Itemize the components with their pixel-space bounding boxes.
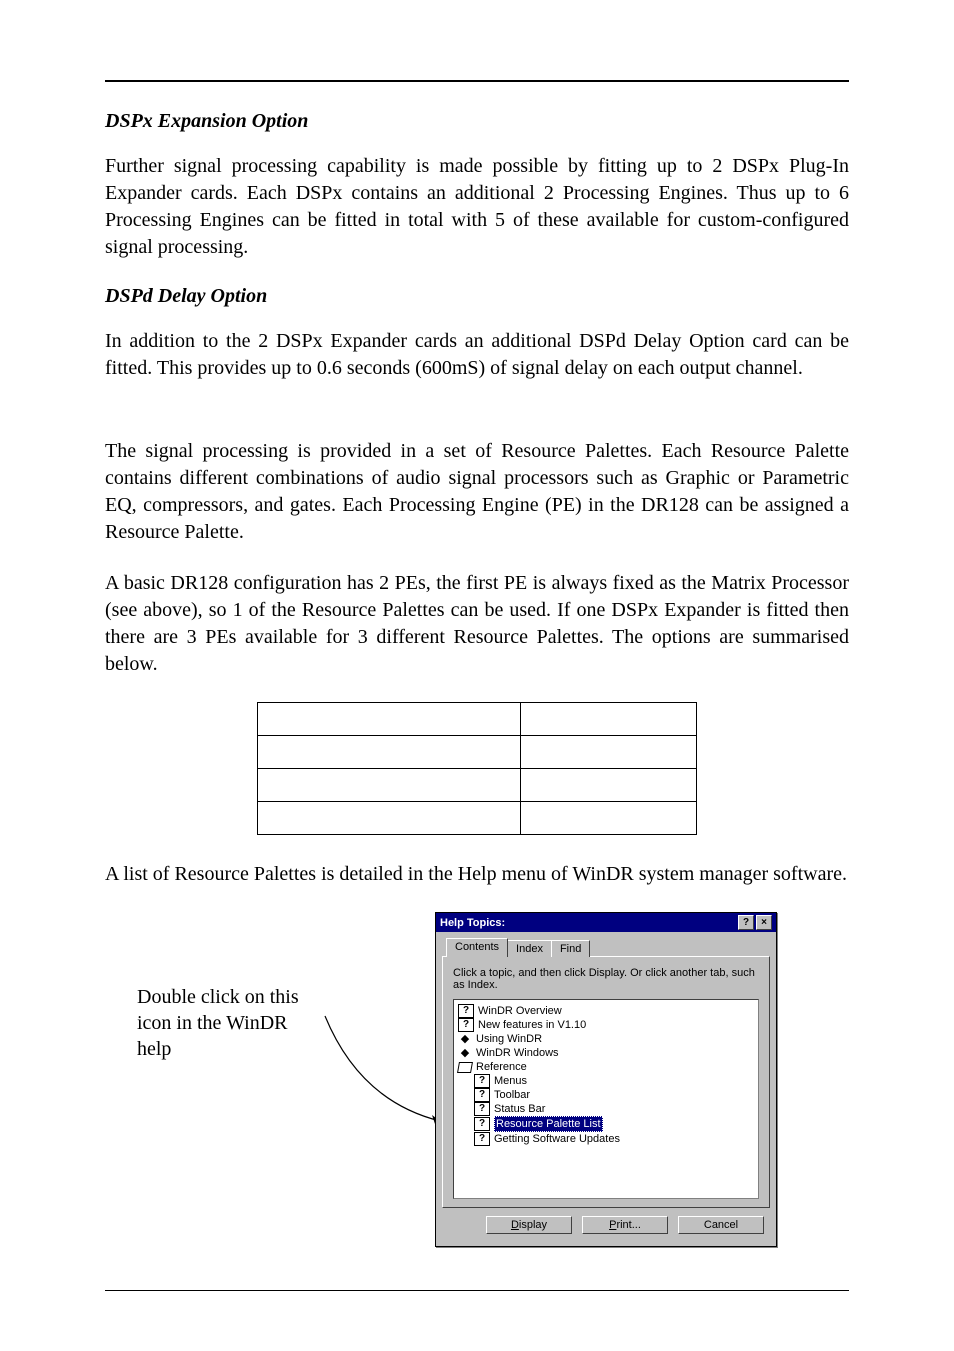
tree-label: Menus [494, 1074, 527, 1088]
tab-contents[interactable]: Contents [446, 938, 508, 957]
tree-label: Getting Software Updates [494, 1132, 620, 1146]
tree-label: WinDR Overview [478, 1004, 562, 1018]
book-icon [458, 1047, 472, 1059]
callout-text: Double click on this icon in the WinDR h… [137, 984, 317, 1062]
page-icon: ? [474, 1088, 490, 1102]
tree-item-windows[interactable]: WinDR Windows [458, 1046, 754, 1060]
bottom-rule [105, 1290, 849, 1291]
tab-panel-contents: Click a topic, and then click Display. O… [442, 956, 770, 1208]
topic-tree[interactable]: ? WinDR Overview ? New features in V1.10… [453, 999, 759, 1199]
tree-item-toolbar[interactable]: ? Toolbar [458, 1088, 754, 1102]
tree-item-menus[interactable]: ? Menus [458, 1074, 754, 1088]
tree-item-newfeatures[interactable]: ? New features in V1.10 [458, 1018, 754, 1032]
tree-label: Using WinDR [476, 1032, 542, 1046]
para-palette-list: A list of Resource Palettes is detailed … [105, 861, 849, 888]
page-icon: ? [474, 1132, 490, 1146]
callout-arrow-icon [320, 1011, 450, 1131]
instruction-text: Click a topic, and then click Display. O… [453, 967, 759, 991]
tree-label: Status Bar [494, 1102, 545, 1116]
cancel-button[interactable]: Cancel [678, 1216, 764, 1234]
table-row [258, 802, 697, 835]
tree-label: WinDR Windows [476, 1046, 559, 1060]
open-book-icon [458, 1061, 472, 1073]
tree-item-statusbar[interactable]: ? Status Bar [458, 1102, 754, 1116]
titlebar-close-button[interactable]: × [756, 915, 772, 930]
top-rule [105, 80, 849, 82]
titlebar-help-button[interactable]: ? [738, 915, 754, 930]
table-row [258, 769, 697, 802]
window-title: Help Topics: [440, 917, 505, 929]
page-icon: ? [474, 1117, 490, 1131]
tree-label: Reference [476, 1060, 527, 1074]
tree-label: New features in V1.10 [478, 1018, 586, 1032]
tree-label: Resource Palette List [494, 1116, 603, 1132]
para-dspx: Further signal processing capability is … [105, 153, 849, 261]
para-config: A basic DR128 configuration has 2 PEs, t… [105, 570, 849, 678]
page-icon: ? [458, 1004, 474, 1018]
page-icon: ? [458, 1018, 474, 1032]
tree-item-updates[interactable]: ? Getting Software Updates [458, 1132, 754, 1146]
para-dspd: In addition to the 2 DSPx Expander cards… [105, 328, 849, 382]
print-button[interactable]: Print... [582, 1216, 668, 1234]
tree-item-using[interactable]: Using WinDR [458, 1032, 754, 1046]
tree-item-resource-palette-list[interactable]: ? Resource Palette List [458, 1116, 754, 1132]
para-resource-palettes: The signal processing is provided in a s… [105, 438, 849, 546]
tab-index[interactable]: Index [507, 940, 552, 957]
tree-label: Toolbar [494, 1088, 530, 1102]
table-row [258, 736, 697, 769]
display-button[interactable]: Display [486, 1216, 572, 1234]
table-row [258, 703, 697, 736]
options-table [257, 702, 697, 835]
dialog-button-row: Display Print... Cancel [442, 1208, 770, 1238]
tabstrip: Contents Index Find [442, 938, 770, 957]
page-icon: ? [474, 1102, 490, 1116]
heading-dspx: DSPx Expansion Option [105, 110, 849, 133]
book-icon [458, 1033, 472, 1045]
window-titlebar[interactable]: Help Topics: ? × [436, 913, 776, 932]
tab-find[interactable]: Find [551, 940, 590, 957]
tree-item-reference[interactable]: Reference [458, 1060, 754, 1074]
heading-dspd: DSPd Delay Option [105, 285, 849, 308]
page-icon: ? [474, 1074, 490, 1088]
help-topics-window: Help Topics: ? × Contents Index Find Cli… [435, 912, 777, 1247]
tree-item-overview[interactable]: ? WinDR Overview [458, 1004, 754, 1018]
